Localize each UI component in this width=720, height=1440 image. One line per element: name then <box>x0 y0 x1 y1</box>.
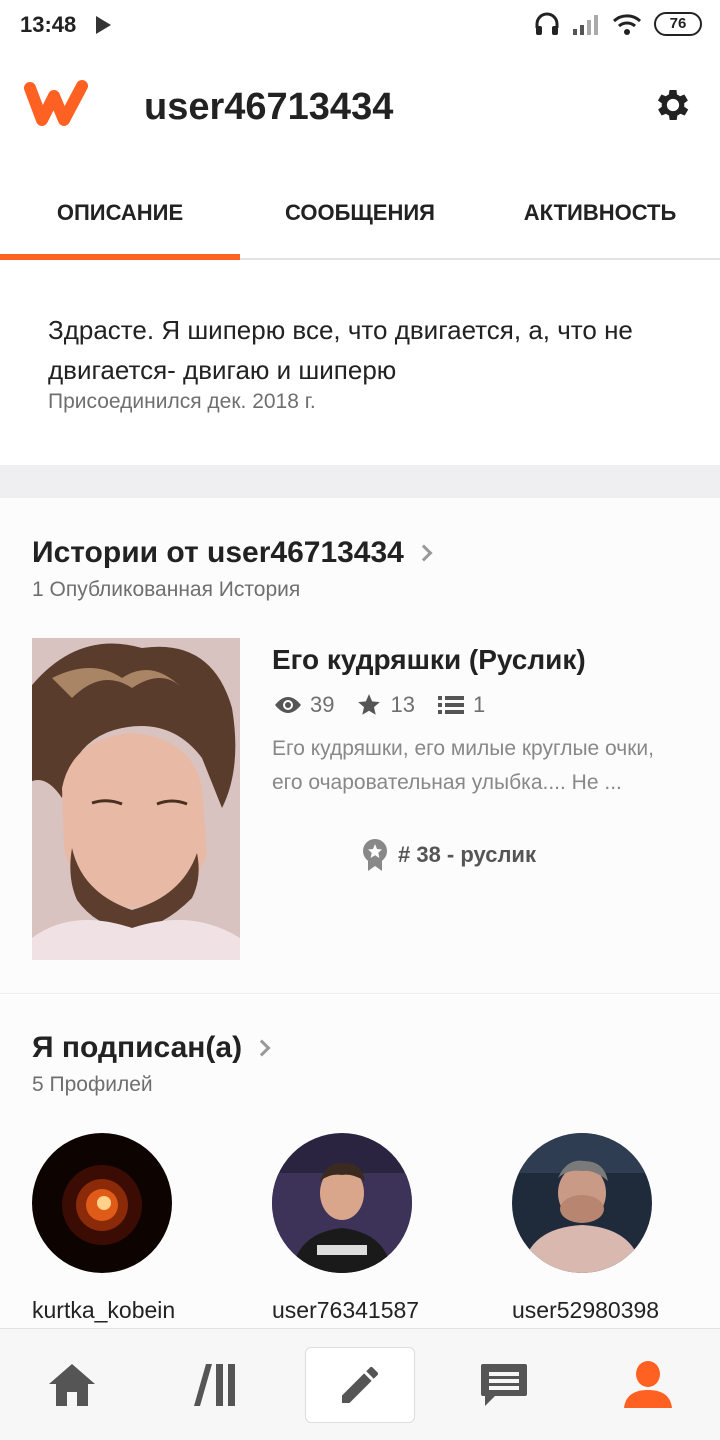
chevron-right-icon <box>253 1039 271 1057</box>
reads-stat: 39 <box>274 692 334 718</box>
avatar <box>32 1133 172 1273</box>
followed-profile[interactable]: user76341587 <box>272 1133 472 1324</box>
stories-count: 1 Опубликованная История <box>32 578 301 601</box>
story-blurb: Его кудряшки, его милые круглые очки, ег… <box>272 737 654 794</box>
avatar <box>512 1133 652 1273</box>
bottom-nav <box>0 1328 720 1440</box>
award-icon <box>363 839 387 871</box>
list-icon <box>437 696 464 714</box>
wifi-icon <box>612 14 642 35</box>
profile-icon <box>624 1361 672 1408</box>
nav-messages[interactable] <box>432 1329 576 1440</box>
chevron-right-icon <box>415 544 433 562</box>
star-icon <box>358 694 381 715</box>
battery-icon: 76 <box>654 12 702 36</box>
rank-label: # 38 - руслик <box>398 842 536 867</box>
following-count: 5 Профилей <box>32 1073 153 1096</box>
avatar <box>272 1133 412 1273</box>
profile-name: kurtka_kobein <box>32 1297 176 1323</box>
story-stats: 39 13 1 <box>274 692 507 718</box>
stories-header[interactable]: Истории от user46713434 <box>32 536 433 570</box>
tab-messages[interactable]: СООБЩЕНИЯ <box>240 164 480 258</box>
nav-profile[interactable] <box>576 1329 720 1440</box>
pencil-icon <box>342 1367 378 1403</box>
stories-section: Истории от user46713434 1 Опубликованная… <box>0 498 720 994</box>
profile-tabs: ОПИСАНИЕ СООБЩЕНИЯ АКТИВНОСТЬ <box>0 164 720 260</box>
status-time: 13:48 <box>20 12 77 37</box>
library-icon <box>194 1364 235 1406</box>
followed-profile[interactable]: user52980398 <box>512 1133 712 1324</box>
votes-stat: 13 <box>356 692 415 718</box>
stories-title: Истории от user46713434 <box>32 536 404 569</box>
story-cover-image <box>32 638 240 960</box>
following-header[interactable]: Я подписан(а) <box>32 1031 271 1065</box>
parts-stat: 1 <box>437 692 485 718</box>
status-bar: 13:48 76 <box>0 0 720 52</box>
following-title: Я подписан(а) <box>32 1031 243 1064</box>
story-rank[interactable]: # 38 - руслик <box>362 838 536 872</box>
reads-count: 39 <box>310 692 335 717</box>
status-icons: 76 <box>534 12 702 36</box>
section-divider <box>0 465 720 498</box>
story-title[interactable]: Его кудряшки (Руслик) <box>272 644 586 676</box>
play-icon <box>96 16 111 34</box>
nav-library[interactable] <box>144 1329 288 1440</box>
followed-profile[interactable]: kurtka_kobein <box>32 1133 232 1324</box>
nav-write[interactable] <box>305 1347 415 1423</box>
parts-count: 1 <box>472 692 486 717</box>
eye-icon <box>275 697 301 713</box>
gear-icon[interactable] <box>652 84 694 126</box>
tab-activity[interactable]: АКТИВНОСТЬ <box>480 164 720 258</box>
wattpad-logo[interactable] <box>24 78 88 128</box>
profile-description: Здрасте. Я шиперю все, что двигается, а,… <box>48 315 633 385</box>
signal-icon <box>573 15 598 35</box>
votes-count: 13 <box>390 692 415 717</box>
home-icon <box>49 1364 95 1406</box>
description-section: Здрасте. Я шиперю все, что двигается, а,… <box>0 260 720 465</box>
page-title: user46713434 <box>144 86 394 128</box>
joined-date: Присоединился дек. 2018 г. <box>48 390 316 413</box>
messages-icon <box>481 1364 527 1406</box>
profile-header: user46713434 <box>0 52 720 164</box>
headphones-icon <box>535 12 559 35</box>
following-section: Я подписан(а) 5 Профилей kurtka_kobein u… <box>0 995 720 1328</box>
story-cover[interactable] <box>32 638 240 960</box>
tab-description[interactable]: ОПИСАНИЕ <box>0 164 240 260</box>
nav-home[interactable] <box>0 1329 144 1440</box>
profile-name: user76341587 <box>272 1297 420 1323</box>
profile-name: user52980398 <box>512 1297 660 1323</box>
